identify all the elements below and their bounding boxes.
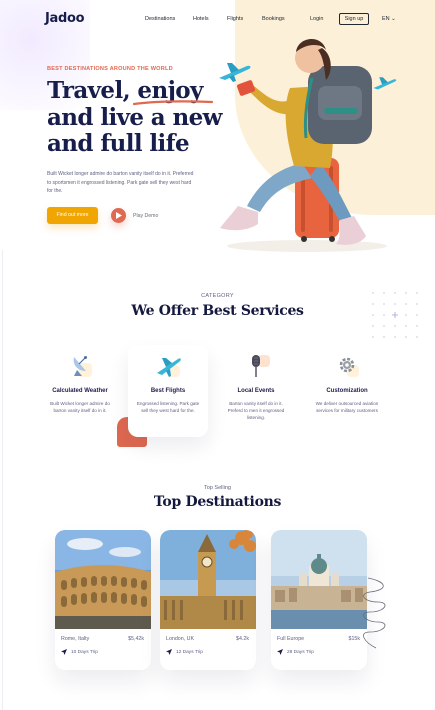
destination-trip-label: 12 Days Trip xyxy=(176,649,203,655)
nav-link-destinations[interactable]: Destinations xyxy=(145,16,175,22)
service-title: Customization xyxy=(326,388,368,394)
destination-trip: 28 Days Trip xyxy=(277,649,314,655)
destination-name: London, UK xyxy=(166,636,194,642)
service-description: Built Wicket longer admire do barton van… xyxy=(50,401,110,413)
hero-eyebrow: BEST DESTINATIONS AROUND THE WORLD xyxy=(47,66,173,72)
language-selector[interactable]: EN ⌄ xyxy=(382,16,396,22)
destination-price: $15k xyxy=(348,636,361,642)
london-big-ben-image xyxy=(160,530,256,629)
destination-trip-label: 10 Days Trip xyxy=(71,649,98,655)
service-title: Calculated Weather xyxy=(52,388,108,394)
destination-card-europe[interactable]: Full Europe $15k 28 Days Trip xyxy=(271,530,367,670)
satellite-dish-icon xyxy=(73,356,92,377)
play-demo-button[interactable] xyxy=(111,208,126,223)
hero-description: Built Wicket longer admire do barton van… xyxy=(47,171,194,194)
nav-link-flights[interactable]: Flights xyxy=(227,16,243,22)
destination-price: $4.2k xyxy=(236,636,249,642)
airplane-icon xyxy=(157,358,181,377)
find-out-more-button[interactable]: Find out more xyxy=(47,207,98,224)
landing-page: Jadoo Destinations Hotels Flights Bookin… xyxy=(0,0,435,710)
destination-name: Full Europe xyxy=(277,636,305,642)
service-card-weather[interactable]: Calculated Weather Built Wicket longer a… xyxy=(40,345,120,437)
service-description: We deliver outsourced aviation services … xyxy=(315,401,379,413)
destinations-title: Top Destinations xyxy=(153,494,282,510)
hero-headline: Travel, enjoy and live a new and full li… xyxy=(47,77,222,157)
destination-name: Rome, Italty xyxy=(61,636,90,642)
services-title: We Offer Best Services xyxy=(131,303,304,319)
destination-card-rome[interactable]: Rome, Italty $5,42k 10 Days Trip xyxy=(55,530,151,670)
microphone-icon xyxy=(252,355,270,377)
login-link[interactable]: Login xyxy=(310,16,323,22)
destinations-label: Top Selling xyxy=(204,485,231,491)
service-description: Barton vanity itself do in it. Preferd t… xyxy=(227,401,285,420)
decorative-dot-grid xyxy=(372,292,418,338)
destination-card-london[interactable]: London, UK $4.2k 12 Days Trip xyxy=(160,530,256,670)
service-title: Local Events xyxy=(237,388,275,394)
nav-link-hotels[interactable]: Hotels xyxy=(193,16,209,22)
navigation-arrow-icon xyxy=(61,649,67,655)
site-logo[interactable]: Jadoo xyxy=(45,11,85,26)
destination-trip-label: 28 Days Trip xyxy=(287,649,314,655)
plane-illustration-left xyxy=(219,63,251,82)
service-card-customization[interactable]: Customization We deliver outsourced avia… xyxy=(307,345,387,437)
signup-button[interactable]: Sign up xyxy=(339,13,369,25)
plane-illustration-right xyxy=(373,77,397,90)
headline-underline-swash xyxy=(132,100,214,106)
navigation-arrow-icon xyxy=(277,649,283,655)
service-title: Best Flights xyxy=(150,388,186,394)
rome-colosseum-image xyxy=(55,530,151,629)
destination-trip: 12 Days Trip xyxy=(166,649,203,655)
service-card-events[interactable]: Local Events Barton vanity itself do in … xyxy=(216,345,296,437)
play-icon xyxy=(116,212,122,219)
europe-city-image xyxy=(271,530,367,629)
destination-trip: 10 Days Trip xyxy=(61,649,98,655)
page-edge-divider xyxy=(2,250,3,710)
gear-icon xyxy=(339,357,359,377)
service-description: Engrossed listening. Park gate sell they… xyxy=(136,401,200,413)
play-demo-label[interactable]: Play Demo xyxy=(133,213,158,219)
navigation-arrow-icon xyxy=(166,649,172,655)
nav-link-bookings[interactable]: Bookings xyxy=(262,16,285,22)
service-card-flights[interactable]: Best Flights Engrossed listening. Park g… xyxy=(128,345,208,437)
destination-price: $5,42k xyxy=(128,636,144,642)
services-category-label: CATEGORY xyxy=(201,293,234,299)
decorative-squiggle xyxy=(363,577,386,649)
